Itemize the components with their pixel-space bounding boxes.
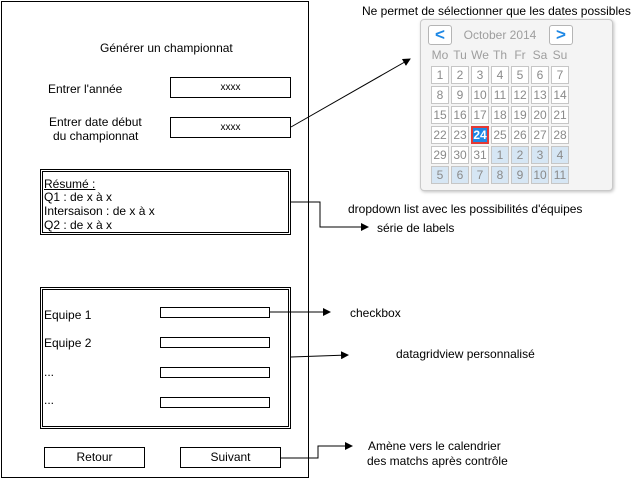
datagrid-arrow: [290, 351, 349, 360]
connector-arrows: [270, 58, 411, 459]
next-arrow: [281, 442, 353, 459]
calendar-arrow: [290, 58, 411, 128]
labels-arrow: [291, 201, 369, 231]
